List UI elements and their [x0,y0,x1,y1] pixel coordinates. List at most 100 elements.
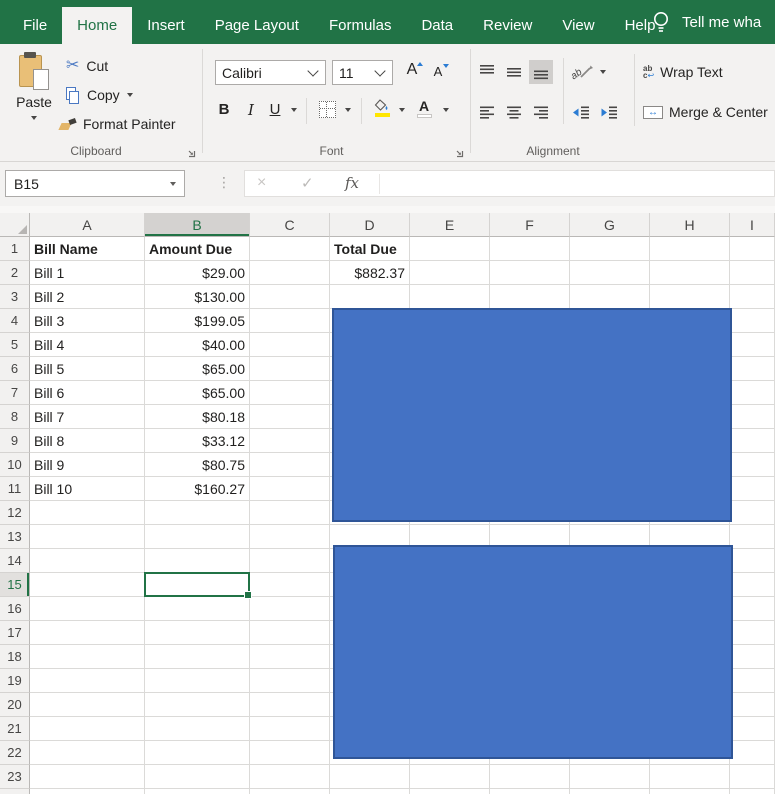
cell-B12[interactable] [145,501,250,525]
cell-G3[interactable] [570,285,650,309]
cell-C14[interactable] [250,549,330,573]
cell-I24[interactable] [730,789,775,794]
cell-A14[interactable] [30,549,145,573]
cell-I8[interactable] [730,405,775,429]
column-header-C[interactable]: C [250,213,330,237]
cell-A6[interactable]: Bill 5 [30,357,145,381]
align-center-button[interactable] [502,100,526,124]
cell-I7[interactable] [730,381,775,405]
cell-B3[interactable]: $130.00 [145,285,250,309]
cell-A18[interactable] [30,645,145,669]
name-box-dropdown-caret[interactable] [170,181,176,186]
cancel-icon[interactable]: × [257,174,266,192]
cell-I6[interactable] [730,357,775,381]
cell-H3[interactable] [650,285,730,309]
cell-C17[interactable] [250,621,330,645]
row-header-6[interactable]: 6 [0,357,30,381]
cell-D2[interactable]: $882.37 [330,261,410,285]
menu-tab-formulas[interactable]: Formulas [314,7,407,44]
row-header-16[interactable]: 16 [0,597,30,621]
cell-I21[interactable] [730,717,775,741]
cell-D3[interactable] [330,285,410,309]
cell-E2[interactable] [410,261,490,285]
borders-dropdown-caret[interactable] [345,108,351,112]
enter-icon[interactable]: ✓ [301,174,314,192]
row-header-20[interactable]: 20 [0,693,30,717]
row-header-11[interactable]: 11 [0,477,30,501]
cell-C21[interactable] [250,717,330,741]
cell-A2[interactable]: Bill 1 [30,261,145,285]
formula-input-area[interactable]: × ✓ fx [244,170,775,197]
cell-A8[interactable]: Bill 7 [30,405,145,429]
row-header-2[interactable]: 2 [0,261,30,285]
cell-F2[interactable] [490,261,570,285]
cell-I22[interactable] [730,741,775,765]
cell-I19[interactable] [730,669,775,693]
decrease-indent-button[interactable] [569,100,593,124]
row-header-23[interactable]: 23 [0,765,30,789]
merge-center-button[interactable]: ↔ Merge & Center [643,100,768,124]
cell-C15[interactable] [250,573,330,597]
cell-D23[interactable] [330,765,410,789]
cell-H23[interactable] [650,765,730,789]
cell-I1[interactable] [730,237,775,261]
row-header-10[interactable]: 10 [0,453,30,477]
cell-G24[interactable] [570,789,650,794]
column-header-H[interactable]: H [650,213,730,237]
fill-color-button[interactable] [373,99,391,117]
cell-C7[interactable] [250,381,330,405]
cell-C1[interactable] [250,237,330,261]
cell-D1[interactable]: Total Due [330,237,410,261]
cut-button[interactable]: ✂ Cut [66,55,108,77]
row-header-7[interactable]: 7 [0,381,30,405]
cell-C9[interactable] [250,429,330,453]
cell-C2[interactable] [250,261,330,285]
insert-function-icon[interactable]: fx [345,174,359,192]
cell-C12[interactable] [250,501,330,525]
cell-B1[interactable]: Amount Due [145,237,250,261]
borders-button[interactable] [319,101,336,118]
font-color-dropdown-caret[interactable] [443,108,449,112]
cell-I14[interactable] [730,549,775,573]
column-header-B[interactable]: B [145,213,250,237]
row-header-14[interactable]: 14 [0,549,30,573]
cell-E3[interactable] [410,285,490,309]
cell-C18[interactable] [250,645,330,669]
menu-tab-file[interactable]: File [8,7,62,44]
cell-C8[interactable] [250,405,330,429]
cell-B7[interactable]: $65.00 [145,381,250,405]
cell-G1[interactable] [570,237,650,261]
cell-I11[interactable] [730,477,775,501]
cell-H24[interactable] [650,789,730,794]
cell-B18[interactable] [145,645,250,669]
cell-A15[interactable] [30,573,145,597]
cell-I10[interactable] [730,453,775,477]
cell-I15[interactable] [730,573,775,597]
cell-C5[interactable] [250,333,330,357]
cell-B6[interactable]: $65.00 [145,357,250,381]
cell-I12[interactable] [730,501,775,525]
cell-F24[interactable] [490,789,570,794]
cell-H2[interactable] [650,261,730,285]
cell-C11[interactable] [250,477,330,501]
increase-font-size-button[interactable]: A [400,61,424,85]
copy-dropdown-caret[interactable] [126,93,133,97]
copy-button[interactable]: Copy [66,84,133,106]
cell-C20[interactable] [250,693,330,717]
row-header-1[interactable]: 1 [0,237,30,261]
cell-B2[interactable]: $29.00 [145,261,250,285]
cell-G23[interactable] [570,765,650,789]
row-header-17[interactable]: 17 [0,621,30,645]
cell-B11[interactable]: $160.27 [145,477,250,501]
cell-F3[interactable] [490,285,570,309]
formula-bar-splitter[interactable]: ⋮ [217,174,231,191]
decrease-font-size-button[interactable]: A [426,61,450,85]
row-header-8[interactable]: 8 [0,405,30,429]
column-header-D[interactable]: D [330,213,410,237]
menu-tab-data[interactable]: Data [406,7,468,44]
row-header-4[interactable]: 4 [0,309,30,333]
middle-align-button[interactable] [502,60,526,84]
row-header-18[interactable]: 18 [0,645,30,669]
cell-B21[interactable] [145,717,250,741]
cell-A22[interactable] [30,741,145,765]
